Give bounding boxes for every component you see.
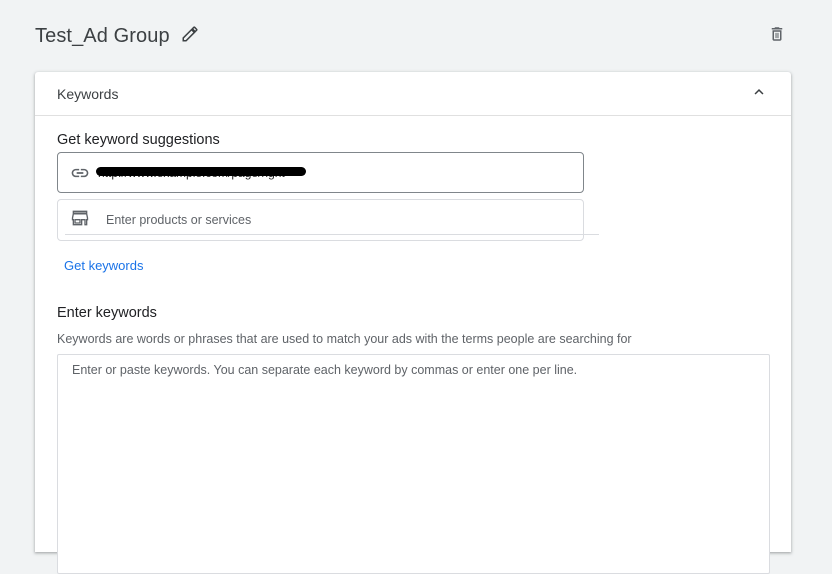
store-icon	[68, 208, 92, 228]
products-services-input[interactable]	[104, 212, 528, 228]
edit-name-button[interactable]	[180, 26, 200, 46]
get-keywords-button[interactable]: Get keywords	[64, 258, 143, 273]
products-input-underline	[65, 234, 599, 235]
keywords-card: Keywords Get keyword suggestions http://…	[35, 72, 791, 574]
keywords-card-title: Keywords	[57, 85, 119, 102]
redaction-mark	[96, 166, 306, 176]
collapse-button[interactable]	[749, 84, 769, 104]
link-icon	[68, 163, 92, 183]
chevron-up-icon	[750, 83, 768, 106]
trash-icon	[768, 25, 786, 48]
keywords-textarea[interactable]	[57, 354, 770, 574]
ad-group-header: Test_Ad Group	[35, 20, 795, 52]
keyword-suggestions-label: Get keyword suggestions	[57, 132, 220, 148]
enter-keywords-label: Enter keywords	[57, 305, 157, 321]
delete-ad-group-button[interactable]	[767, 26, 787, 46]
website-url-field[interactable]: http://www.example.com/page/right	[57, 152, 584, 193]
ad-group-title: Test_Ad Group	[35, 24, 170, 47]
keywords-card-header[interactable]: Keywords	[35, 72, 791, 116]
website-url-value[interactable]: http://www.example.com/page/right	[96, 166, 306, 180]
keywords-helper-text: Keywords are words or phrases that are u…	[57, 332, 632, 346]
pencil-icon	[181, 25, 199, 48]
